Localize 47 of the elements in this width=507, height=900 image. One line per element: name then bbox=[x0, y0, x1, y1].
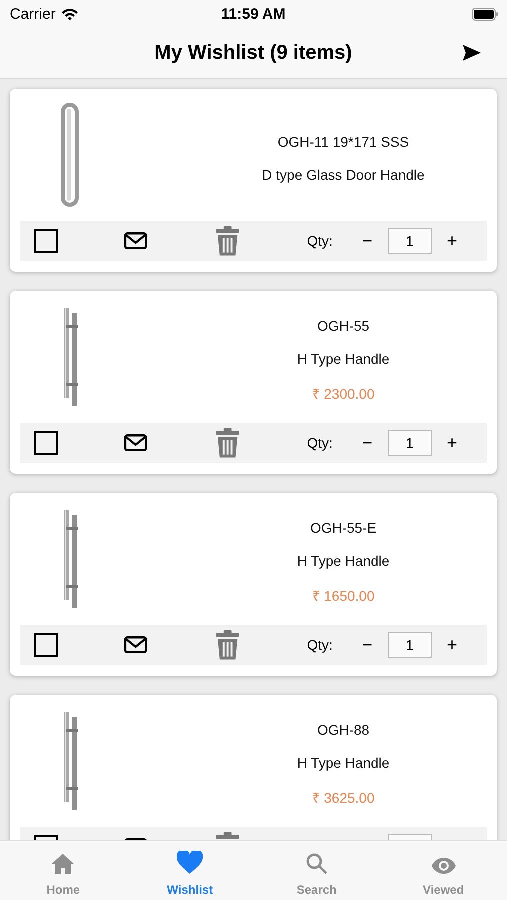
increase-button[interactable]: + bbox=[443, 634, 462, 656]
heart-icon bbox=[177, 851, 204, 875]
product-code: OGH-11 19*171 SSS bbox=[278, 134, 410, 150]
mail-icon[interactable] bbox=[124, 434, 148, 452]
home-icon bbox=[51, 853, 76, 875]
product-name: H Type Handle bbox=[297, 754, 390, 770]
increase-button[interactable]: + bbox=[443, 230, 462, 252]
quantity-label: Qty: bbox=[307, 435, 333, 451]
product-code: OGH-55 bbox=[317, 318, 370, 334]
product-card[interactable]: OGH-11 19*171 SSS D type Glass Door Handle Qty: − 1 + bbox=[10, 89, 497, 272]
mail-icon[interactable] bbox=[124, 636, 148, 654]
product-card[interactable]: OGH-55-E H Type Handle ₹ 1650.00 Qty: − 1 + bbox=[10, 493, 497, 676]
product-name: H Type Handle bbox=[297, 552, 390, 568]
page-title: My Wishlist (9 items) bbox=[154, 42, 352, 64]
trash-icon[interactable] bbox=[216, 428, 240, 458]
trash-icon[interactable] bbox=[216, 226, 240, 256]
decrease-button[interactable]: − bbox=[358, 230, 377, 252]
clock-time: 11:59 AM bbox=[221, 6, 286, 22]
quantity-label: Qty: bbox=[307, 637, 333, 653]
trash-icon[interactable] bbox=[216, 630, 240, 660]
product-code: OGH-55-E bbox=[310, 520, 377, 536]
select-checkbox[interactable] bbox=[34, 229, 58, 253]
product-card[interactable]: OGH-55 H Type Handle ₹ 2300.00 Qty: − 1 + bbox=[10, 291, 497, 474]
mail-icon[interactable] bbox=[124, 232, 148, 250]
increase-button[interactable]: + bbox=[443, 432, 462, 454]
product-name: D type Glass Door Handle bbox=[262, 166, 425, 182]
quantity-field[interactable]: 1 bbox=[388, 632, 432, 658]
battery-icon bbox=[472, 8, 499, 20]
product-price: ₹ 1650.00 bbox=[312, 586, 375, 604]
product-card[interactable]: OGH-88 H Type Handle ₹ 3625.00 bbox=[10, 695, 497, 840]
carrier-label: Carrier bbox=[10, 6, 56, 22]
product-code: OGH-88 bbox=[317, 722, 370, 738]
quantity-label: Qty: bbox=[307, 233, 333, 249]
send-icon[interactable] bbox=[463, 45, 481, 61]
select-checkbox[interactable] bbox=[34, 431, 58, 455]
decrease-button[interactable]: − bbox=[358, 432, 377, 454]
product-price: ₹ 3625.00 bbox=[312, 788, 375, 806]
tab-item[interactable]: Wishlist bbox=[126, 841, 254, 900]
decrease-button[interactable]: − bbox=[358, 634, 377, 656]
select-checkbox[interactable] bbox=[34, 633, 58, 657]
quantity-field[interactable]: 1 bbox=[388, 430, 432, 456]
quantity-field[interactable]: 1 bbox=[388, 228, 432, 254]
product-name: H Type Handle bbox=[297, 350, 390, 366]
wifi-icon bbox=[60, 8, 79, 20]
product-price: ₹ 2300.00 bbox=[312, 384, 375, 402]
eye-icon bbox=[430, 857, 457, 875]
search-icon bbox=[306, 853, 328, 875]
